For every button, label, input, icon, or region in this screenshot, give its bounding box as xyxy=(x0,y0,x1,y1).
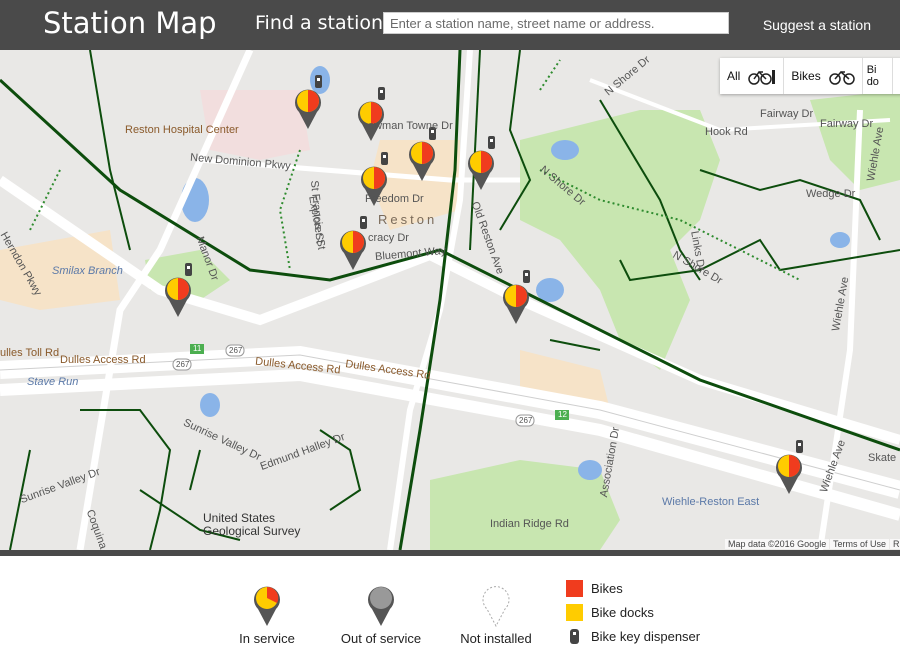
label-wiehle-reston-east: Wiehle-Reston East xyxy=(662,496,760,508)
shield-11: 11 xyxy=(193,344,202,353)
label-bowman: owman Towne Dr xyxy=(368,120,453,132)
label-hook-rd: Hook Rd xyxy=(705,126,748,138)
legend-key-dispenser: Bike key dispenser xyxy=(566,628,700,645)
station-marker[interactable] xyxy=(340,216,367,270)
station-map[interactable]: Reston Hospital Center New Dominion Pkwy… xyxy=(0,50,900,550)
label-skate: Skate xyxy=(868,452,897,464)
legend-bike-docks: Bike docks xyxy=(566,604,654,621)
legend-out-of-service-label: Out of service xyxy=(340,631,422,646)
search-input[interactable] xyxy=(383,12,729,34)
legend-docks-label: Bike docks xyxy=(591,605,654,620)
legend-in-service: In service xyxy=(232,582,302,646)
shield-267-c: 267 xyxy=(519,416,533,425)
label-reston-hospital: Reston Hospital Center xyxy=(125,124,239,136)
not-installed-marker-icon xyxy=(482,586,510,628)
label-stave-run: Stave Run xyxy=(27,376,79,388)
filter-bikes-button[interactable]: Bikes xyxy=(784,58,863,94)
shield-267-b: 267 xyxy=(176,360,190,369)
page-title: Station Map xyxy=(43,6,217,40)
filter-bikes-label: Bikes xyxy=(791,69,821,83)
legend-not-installed: Not installed xyxy=(456,582,536,646)
legend-key-label: Bike key dispenser xyxy=(591,629,701,644)
out-of-service-marker-icon xyxy=(368,586,394,626)
filter-all-label: All xyxy=(727,69,741,83)
shield-267-a: 267 xyxy=(229,346,243,355)
label-indian-ridge: Indian Ridge Rd xyxy=(490,518,569,530)
filter-docks-button[interactable]: Bi do xyxy=(863,58,893,94)
label-fairway-dr: Fairway Dr xyxy=(760,108,814,120)
label-smilax: Smilax Branch xyxy=(52,265,123,277)
key-dispenser-icon xyxy=(570,629,579,644)
shield-12: 12 xyxy=(558,410,567,419)
legend: In service Out of service Not installed … xyxy=(0,556,900,658)
label-freedom-dr: Freedom Dr xyxy=(365,193,424,205)
terms-of-use-link[interactable]: Terms of Use xyxy=(830,539,890,549)
legend-bikes: Bikes xyxy=(566,580,623,597)
map-data-attribution: Map data ©2016 Google xyxy=(725,539,830,549)
station-marker[interactable] xyxy=(358,87,385,141)
label-fairway-dr-2: Fairway Dr xyxy=(820,118,874,130)
label-usgs: United States Geological Survey xyxy=(203,511,301,538)
header-bar: Station Map Find a station Suggest a sta… xyxy=(0,0,900,50)
legend-in-service-label: In service xyxy=(239,631,295,646)
label-democracy: cracy Dr xyxy=(368,232,409,244)
docks-swatch xyxy=(566,604,583,621)
label-wedge-dr: Wedge Dr xyxy=(806,188,856,200)
filter-all-button[interactable]: All xyxy=(720,58,785,94)
in-service-marker-icon xyxy=(254,586,280,626)
station-marker[interactable] xyxy=(502,270,530,324)
report-link[interactable]: R xyxy=(890,539,900,549)
filter-control: All Bikes Bi do xyxy=(720,58,900,94)
suggest-station-link[interactable]: Suggest a station xyxy=(763,17,871,33)
bikes-swatch xyxy=(566,580,583,597)
find-station-label: Find a station xyxy=(255,12,384,34)
label-dulles-toll: ulles Toll Rd xyxy=(0,347,60,359)
legend-out-of-service: Out of service xyxy=(340,582,422,646)
label-dulles-access-1: Dulles Access Rd xyxy=(60,354,146,366)
label-reston: Reston xyxy=(378,212,438,227)
bicycle-icon xyxy=(828,70,855,85)
legend-bikes-label: Bikes xyxy=(591,581,623,596)
bicycle-dock-icon xyxy=(748,70,776,85)
legend-not-installed-label: Not installed xyxy=(460,631,532,646)
